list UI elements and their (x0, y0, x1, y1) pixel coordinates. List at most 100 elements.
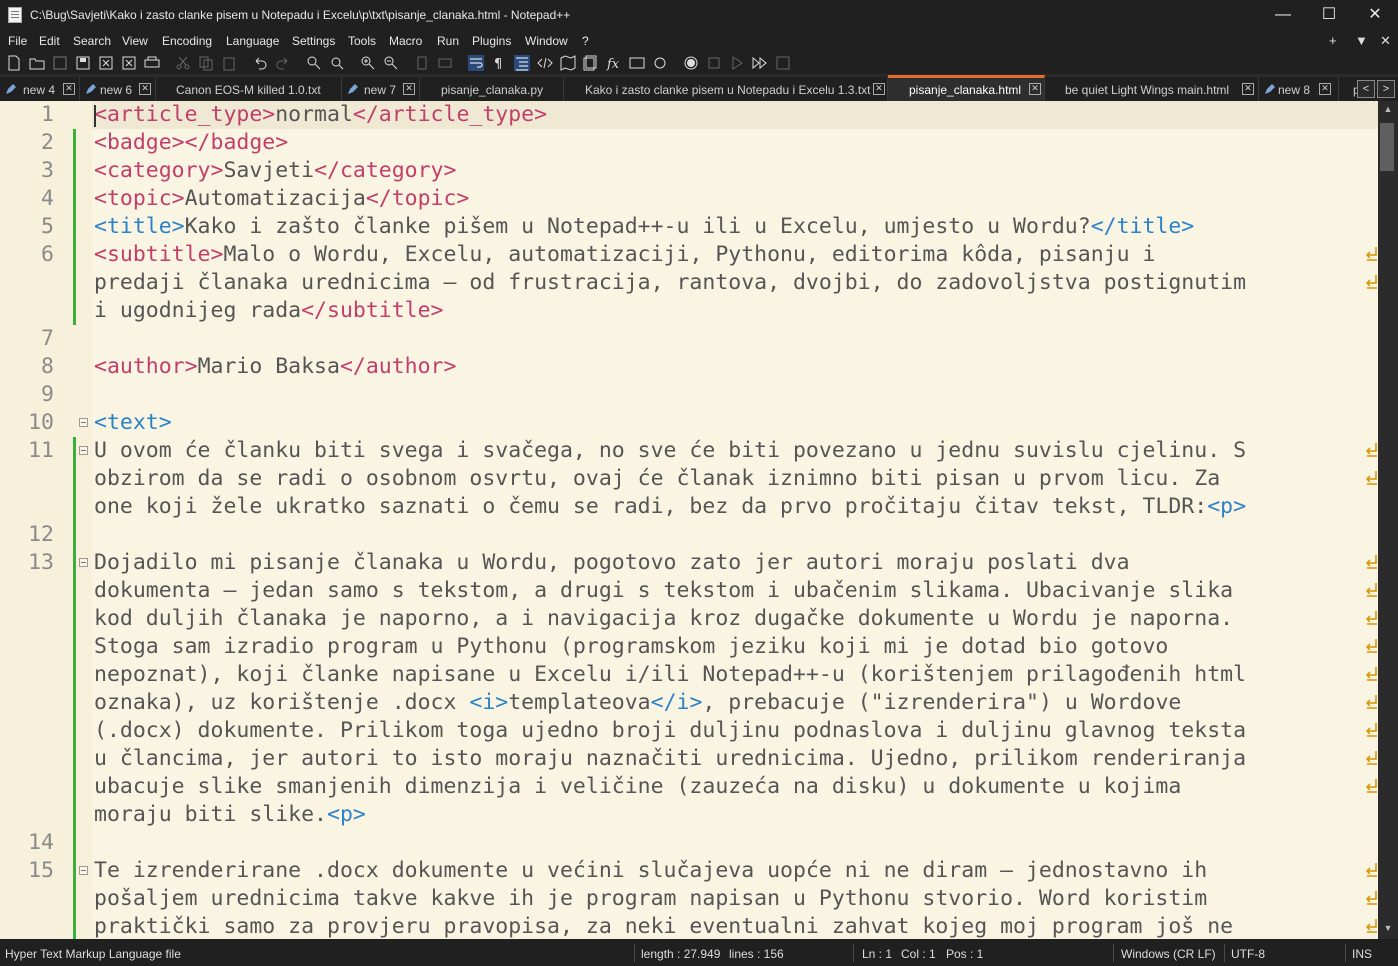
menu-help[interactable]: ? (582, 34, 589, 48)
tab-kako-i-zasto[interactable]: Kako i zasto clanke pisem u Notepadu i E… (564, 77, 888, 101)
replace-icon[interactable] (329, 55, 345, 71)
code-line[interactable]: 6 <subtitle>Malo o Wordu, Excelu, automat… (0, 241, 1378, 269)
tab-pisanje-clanaka-py[interactable]: pisanje_clanaka.py (420, 77, 564, 101)
tab-close-icon[interactable]: ✕ (1319, 83, 1331, 95)
tab-close-icon[interactable]: ✕ (63, 83, 75, 95)
tab-close-icon[interactable]: ✕ (403, 83, 415, 95)
code-line[interactable]: predaji članaka urednicima – od frustrac… (0, 269, 1378, 297)
menu-search[interactable]: Search (73, 34, 111, 48)
tab-pisanje-clanaka-html[interactable]: pisanje_clanaka.html ✕ (888, 75, 1045, 101)
tab-new-7[interactable]: new 7 ✕ (342, 77, 420, 101)
print-icon[interactable] (144, 55, 160, 71)
tab-new-4[interactable]: new 4 ✕ (0, 77, 80, 101)
document-map-icon[interactable] (560, 55, 576, 71)
new-tab-plus-icon[interactable]: + (1329, 33, 1337, 48)
tab-close-icon[interactable]: ✕ (1029, 83, 1041, 95)
code-line[interactable]: 3 <category>Savjeti</category> (0, 157, 1378, 185)
record-macro-icon[interactable] (683, 55, 699, 71)
code-line[interactable]: 9 (0, 381, 1378, 409)
new-file-icon[interactable] (6, 55, 22, 71)
menu-edit[interactable]: Edit (39, 34, 60, 48)
code-line[interactable]: 12 (0, 521, 1378, 549)
save-all-icon[interactable] (75, 55, 91, 71)
code-line[interactable]: 8 <author>Mario Baksa</author> (0, 353, 1378, 381)
sync-horizontal-icon[interactable] (437, 55, 453, 71)
tab-new-8[interactable]: new 8 ✕ (1259, 77, 1339, 101)
code-line[interactable]: obzirom da se radi o osobnom osvrtu, ova… (0, 465, 1378, 493)
code-line[interactable]: 2 <badge></badge> (0, 129, 1378, 157)
tab-new-6[interactable]: new 6 ✕ (80, 77, 156, 101)
code-line[interactable]: praktički samo za provjeru pravopisa, za… (0, 913, 1378, 939)
scroll-up-icon[interactable]: ▲ (1381, 104, 1395, 118)
menu-tools[interactable]: Tools (348, 34, 376, 48)
tab-close-icon[interactable]: ✕ (139, 83, 151, 95)
code-line[interactable]: oznaka), uz korištenje .docx <i>template… (0, 689, 1378, 717)
fold-toggle-icon[interactable] (79, 418, 88, 427)
fold-toggle-icon[interactable] (79, 866, 88, 875)
close-button[interactable]: ✕ (1352, 0, 1398, 30)
menu-run[interactable]: Run (437, 34, 459, 48)
close-all-icon[interactable] (121, 55, 137, 71)
code-line[interactable]: 7 (0, 325, 1378, 353)
code-line[interactable]: i ugodnijeg rada</subtitle> (0, 297, 1378, 325)
monitoring-icon[interactable] (652, 55, 668, 71)
fold-toggle-icon[interactable] (79, 558, 88, 567)
code-line[interactable]: (.docx) dokumente. Prilikom toga ujedno … (0, 717, 1378, 745)
sync-vertical-icon[interactable] (414, 55, 430, 71)
save-macro-icon[interactable] (775, 55, 791, 71)
function-list-icon[interactable]: fx (606, 55, 622, 71)
show-all-characters-icon[interactable]: ¶ (491, 55, 507, 71)
code-line[interactable]: 1 <article_type>normal</article_type> (0, 101, 1378, 129)
code-line[interactable]: one koji žele ukratko saznati o čemu se … (0, 493, 1378, 521)
vertical-scrollbar[interactable]: ▲ ▼ (1378, 101, 1398, 939)
xml-tag-icon[interactable] (537, 55, 553, 71)
folder-workspace-icon[interactable] (629, 55, 645, 71)
code-line[interactable]: moraju biti slike.<p> (0, 801, 1378, 829)
menu-file[interactable]: File (8, 34, 27, 48)
fold-toggle-icon[interactable] (79, 446, 88, 455)
word-wrap-icon[interactable] (468, 55, 484, 71)
editor-area[interactable]: 1 <article_type>normal</article_type> 2 <ba… (0, 101, 1398, 939)
copy-icon[interactable] (198, 55, 214, 71)
scroll-down-icon[interactable]: ▼ (1381, 923, 1395, 937)
zoom-out-icon[interactable] (383, 55, 399, 71)
minimize-button[interactable]: — (1260, 0, 1306, 30)
menu-settings[interactable]: Settings (292, 34, 335, 48)
undo-icon[interactable] (252, 55, 268, 71)
code-line[interactable]: ubacuje slike smanjenih dimenzija i veli… (0, 773, 1378, 801)
code-line[interactable]: 14 (0, 829, 1378, 857)
run-macro-multiple-icon[interactable] (752, 55, 768, 71)
stop-macro-icon[interactable] (706, 55, 722, 71)
zoom-in-icon[interactable] (360, 55, 376, 71)
menu-window[interactable]: Window (525, 34, 568, 48)
tab-be-quiet[interactable]: be quiet Light Wings main.html ✕ (1045, 77, 1259, 101)
find-icon[interactable] (306, 55, 322, 71)
close-tab-icon[interactable]: ✕ (1380, 33, 1391, 49)
tab-scroll-left-icon[interactable]: < (1357, 80, 1375, 98)
code-line[interactable]: pošaljem urednicima takve kakve ih je pr… (0, 885, 1378, 913)
code-line[interactable]: kod duljih članaka je naporno, a i navig… (0, 605, 1378, 633)
menu-encoding[interactable]: Encoding (162, 34, 212, 48)
tab-scroll-right-icon[interactable]: > (1377, 80, 1395, 98)
code-line[interactable]: 11 U ovom će članku biti svega i svačega,… (0, 437, 1378, 465)
cut-icon[interactable] (175, 55, 191, 71)
maximize-button[interactable]: ☐ (1306, 0, 1352, 30)
code-line[interactable]: 4 <topic>Automatizacija</topic> (0, 185, 1378, 213)
code-line[interactable]: nepoznat), koji članke napisane u Excelu… (0, 661, 1378, 689)
code-line[interactable]: 15 Te izrenderirane .docx dokumente u već… (0, 857, 1378, 885)
indent-guide-icon[interactable] (514, 55, 530, 71)
code-line[interactable]: dokumenta – jedan samo s tekstom, a drug… (0, 577, 1378, 605)
scrollbar-thumb[interactable] (1380, 123, 1394, 171)
tab-close-icon[interactable]: ✕ (873, 83, 885, 95)
open-file-icon[interactable] (29, 55, 45, 71)
close-file-icon[interactable] (98, 55, 114, 71)
tab-list-dropdown-icon[interactable]: ▼ (1355, 33, 1368, 48)
code-line[interactable]: u člancima, jer autori to isto moraju na… (0, 745, 1378, 773)
code-line[interactable]: Stoga sam izradio program u Pythonu (pro… (0, 633, 1378, 661)
paste-icon[interactable] (221, 55, 237, 71)
menu-language[interactable]: Language (226, 34, 279, 48)
menu-view[interactable]: View (122, 34, 148, 48)
play-macro-icon[interactable] (729, 55, 745, 71)
code-line[interactable]: 5 <title>Kako i zašto članke pišem u Note… (0, 213, 1378, 241)
document-list-icon[interactable] (583, 55, 599, 71)
